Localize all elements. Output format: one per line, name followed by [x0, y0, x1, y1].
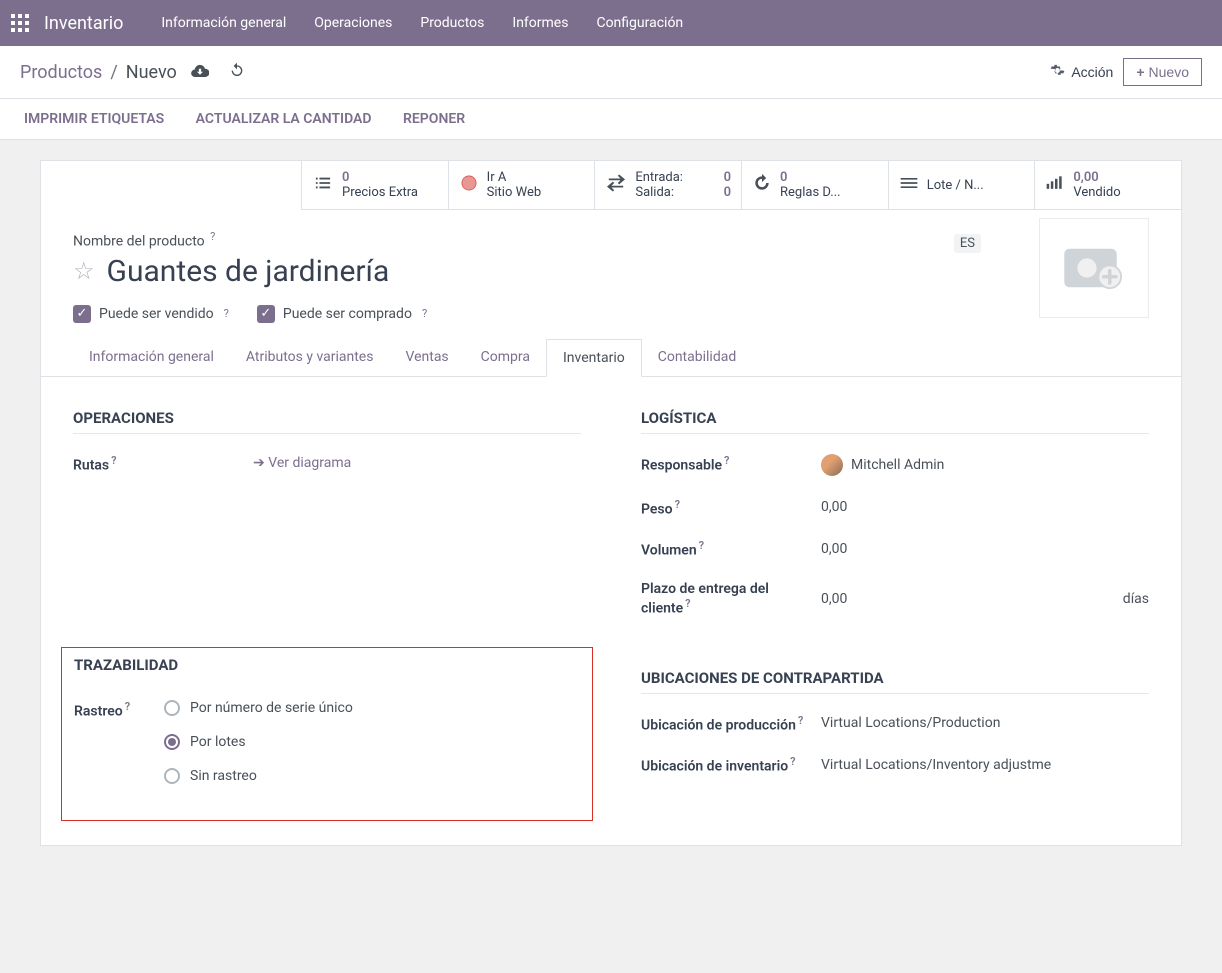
prod-location-value[interactable]: Virtual Locations/Production [821, 715, 1000, 731]
header-bar: Productos / Nuevo Acción + Nuevo [0, 46, 1222, 99]
favorite-star-icon[interactable]: ☆ [73, 257, 95, 285]
section-counterpart: UBICACIONES DE CONTRAPARTIDA [641, 669, 1149, 694]
tab-sales[interactable]: Ventas [389, 339, 464, 376]
tab-accounting[interactable]: Contabilidad [642, 339, 753, 376]
nav-products[interactable]: Productos [406, 15, 498, 31]
field-customer-lead: Plazo de entrega del cliente? 0,00días [641, 581, 1149, 617]
field-prod-location: Ubicación de producción? Virtual Locatio… [641, 714, 1149, 734]
volume-value[interactable]: 0,00 [821, 541, 847, 557]
header-actions: Acción + Nuevo [1050, 58, 1202, 86]
help-icon[interactable]: ? [210, 230, 215, 243]
field-routes: Rutas? ➔ Ver diagrama [73, 454, 581, 474]
can-be-sold-checkbox[interactable]: ✓ Puede ser vendido ? [73, 305, 229, 323]
inv-location-value[interactable]: Virtual Locations/Inventory adjustme [821, 757, 1051, 773]
language-chip[interactable]: ES [954, 234, 981, 253]
stat-buttons: 0Precios Extra Ir ASitio Web Entrada:0 S… [301, 161, 1181, 210]
field-weight: Peso? 0,00 [641, 498, 1149, 518]
responsible-value[interactable]: Mitchell Admin [851, 457, 944, 473]
help-icon[interactable]: ? [111, 454, 116, 467]
brand[interactable]: Inventario [44, 13, 123, 34]
plus-icon: + [1136, 64, 1144, 80]
right-column: LOGÍSTICA Responsable? Mitchell Admin Pe… [641, 409, 1149, 814]
radio-icon [164, 734, 180, 750]
help-icon[interactable]: ? [422, 307, 427, 320]
radio-lots[interactable]: Por lotes [164, 734, 580, 750]
stat-extra-prices[interactable]: 0Precios Extra [301, 161, 448, 209]
stat-in-out[interactable]: Entrada:0 Salida:0 [594, 161, 741, 209]
see-diagram-link[interactable]: ➔ Ver diagrama [253, 455, 351, 471]
breadcrumb: Productos / Nuevo [20, 62, 245, 83]
product-image-placeholder[interactable] [1039, 218, 1149, 318]
tab-bar: Información general Atributos y variante… [41, 339, 1181, 377]
product-head: Nombre del producto ? ☆ Guantes de jardi… [41, 210, 1181, 289]
action-bar: IMPRIMIR ETIQUETAS ACTUALIZAR LA CANTIDA… [0, 99, 1222, 140]
action-button[interactable]: Acción [1050, 63, 1113, 81]
avatar [821, 454, 843, 476]
help-icon[interactable]: ? [724, 454, 729, 467]
new-button[interactable]: + Nuevo [1123, 58, 1202, 86]
top-nav: Inventario Información general Operacion… [0, 0, 1222, 46]
chart-icon [1045, 175, 1065, 195]
traceability-highlight: TRAZABILIDAD Rastreo? Por número de seri… [61, 647, 593, 821]
stat-lots[interactable]: Lote / N... [888, 161, 1035, 209]
can-be-purchased-checkbox[interactable]: ✓ Puede ser comprado ? [257, 305, 427, 323]
tab-general[interactable]: Información general [73, 339, 230, 376]
help-icon[interactable]: ? [798, 714, 803, 727]
help-icon[interactable]: ? [699, 539, 704, 552]
help-icon[interactable]: ? [790, 755, 795, 768]
radio-none[interactable]: Sin rastreo [164, 768, 580, 784]
replenish-button[interactable]: REPONER [403, 111, 465, 127]
radio-icon [164, 768, 180, 784]
tab-inventory[interactable]: Inventario [546, 339, 642, 377]
radio-icon [164, 700, 180, 716]
section-traceability: TRAZABILIDAD [74, 656, 580, 680]
form-sheet: 0Precios Extra Ir ASitio Web Entrada:0 S… [40, 160, 1182, 846]
nav-reports[interactable]: Informes [498, 15, 582, 31]
product-name[interactable]: Guantes de jardinería [107, 254, 390, 289]
radio-serial[interactable]: Por número de serie único [164, 700, 580, 716]
field-responsible: Responsable? Mitchell Admin [641, 454, 1149, 476]
section-logistics: LOGÍSTICA [641, 409, 1149, 434]
cloud-save-icon[interactable] [191, 62, 209, 83]
arrow-right-icon: ➔ [253, 455, 268, 471]
field-inv-location: Ubicación de inventario? Virtual Locatio… [641, 755, 1149, 775]
breadcrumb-root[interactable]: Productos [20, 62, 102, 83]
refresh-icon [752, 173, 772, 197]
transfer-icon [605, 174, 627, 196]
stat-goto-website[interactable]: Ir ASitio Web [448, 161, 595, 209]
stat-rules[interactable]: 0Reglas D... [741, 161, 888, 209]
discard-icon[interactable] [229, 62, 245, 83]
tab-purchase[interactable]: Compra [465, 339, 546, 376]
checkboxes: ✓ Puede ser vendido ? ✓ Puede ser compra… [41, 289, 1181, 339]
lead-value[interactable]: 0,00 [821, 591, 847, 607]
tab-attributes[interactable]: Atributos y variantes [230, 339, 390, 376]
nav-config[interactable]: Configuración [582, 15, 697, 31]
help-icon[interactable]: ? [224, 307, 229, 320]
help-icon[interactable]: ? [685, 597, 690, 610]
weight-value[interactable]: 0,00 [821, 499, 847, 515]
nav-operations[interactable]: Operaciones [300, 15, 406, 31]
form-body: OPERACIONES Rutas? ➔ Ver diagrama TRAZAB… [41, 377, 1181, 846]
gear-icon [1050, 63, 1065, 81]
apps-icon[interactable] [8, 11, 32, 35]
breadcrumb-current: Nuevo [126, 62, 177, 83]
nav-overview[interactable]: Información general [147, 15, 300, 31]
update-qty-button[interactable]: ACTUALIZAR LA CANTIDAD [196, 111, 372, 127]
help-icon[interactable]: ? [125, 700, 130, 713]
help-icon[interactable]: ? [675, 498, 680, 511]
check-icon: ✓ [73, 305, 91, 323]
globe-icon [459, 173, 479, 197]
print-labels-button[interactable]: IMPRIMIR ETIQUETAS [24, 111, 164, 127]
product-name-label: Nombre del producto [73, 234, 205, 250]
field-volume: Volumen? 0,00 [641, 539, 1149, 559]
list-icon [312, 175, 334, 195]
stat-sold[interactable]: 0,00Vendido [1034, 161, 1181, 209]
check-icon: ✓ [257, 305, 275, 323]
section-operations: OPERACIONES [73, 409, 581, 434]
left-column: OPERACIONES Rutas? ➔ Ver diagrama TRAZAB… [73, 409, 581, 814]
bars-icon [899, 176, 919, 194]
